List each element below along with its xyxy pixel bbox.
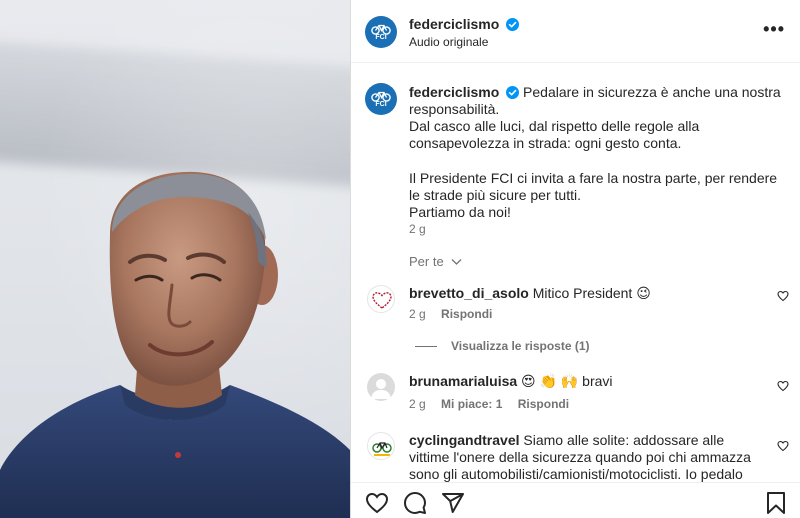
avatar-label: FCI [375,100,387,108]
avatar-label: FCI [375,33,387,41]
replies-divider [415,345,437,347]
author-avatar[interactable]: FCI [365,16,397,48]
comment-timestamp[interactable]: 2 g [409,307,426,321]
view-replies-label[interactable]: Visualizza le risposte (1) [451,339,590,353]
comment-body: brunamarialuisa 😍 👏 🙌 bravi [409,373,759,390]
audio-label[interactable]: Audio originale [409,35,488,49]
heart-logo-icon [372,292,392,309]
comment-meta: 2 g Mi piace: 1 Rispondi [409,397,569,411]
post-details-panel: FCI federciclismo Audio originale ••• FC… [350,0,800,518]
send-icon[interactable] [441,491,465,515]
caption-line-2: Dal casco alle luci, dal rispetto delle … [409,118,700,151]
comments-scroll-area[interactable]: FCI federciclismo Pedalare in sicurezza … [351,64,800,482]
commenter-avatar[interactable] [367,285,395,313]
default-user-icon [371,379,391,399]
post-header: FCI federciclismo Audio originale ••• [351,0,800,63]
comment-timestamp[interactable]: 2 g [409,397,426,411]
reply-button[interactable]: Rispondi [441,307,492,321]
like-comment-heart-icon[interactable] [777,440,789,452]
comment-username[interactable]: brunamarialuisa [409,373,517,389]
post-caption: federciclismo Pedalare in sicurezza è an… [409,84,783,221]
author-name[interactable]: federciclismo [409,16,520,32]
post-video[interactable] [0,0,350,518]
comment-username[interactable]: cyclingandtravel [409,432,520,448]
cycling-logo-icon [372,442,392,456]
more-options-icon[interactable]: ••• [763,20,785,38]
commenter-avatar[interactable] [367,432,395,460]
person-portrait [0,171,350,518]
caption-author-avatar[interactable]: FCI [365,83,397,115]
post-action-bar [351,482,800,518]
translate-toggle[interactable]: Per te [409,254,462,269]
caption-line-3: Il Presidente FCI ci invita a fare la no… [409,170,778,203]
comment-meta: 2 g Rispondi [409,307,492,321]
chevron-down-icon [451,259,462,265]
comment-likes[interactable]: Mi piace: 1 [441,397,502,411]
instagram-post-modal: FCI federciclismo Audio originale ••• FC… [0,0,800,518]
caption-username[interactable]: federciclismo [409,84,499,100]
like-comment-heart-icon[interactable] [777,380,789,392]
bookmark-icon[interactable] [765,491,787,515]
comment-text: Mitico President 😉 [532,285,651,301]
like-comment-heart-icon[interactable] [777,290,789,302]
commenter-avatar[interactable] [367,373,395,401]
heart-icon[interactable] [365,491,389,515]
author-username[interactable]: federciclismo [409,16,499,32]
reply-button[interactable]: Rispondi [518,397,569,411]
comment-body: brevetto_di_asolo Mitico President 😉 [409,285,759,302]
comment-body: cyclingandtravel Siamo alle solite: addo… [409,432,759,482]
view-replies-button[interactable]: Visualizza le risposte (1) [415,339,590,353]
comment-username[interactable]: brevetto_di_asolo [409,285,529,301]
verified-badge-icon [506,86,520,99]
comment-text: 😍 👏 🙌 bravi [521,373,613,389]
verified-badge-icon [506,18,520,31]
comment-icon[interactable] [403,491,427,515]
caption-timestamp[interactable]: 2 g [409,222,426,236]
translate-label[interactable]: Per te [409,254,444,269]
caption-line-4: Partiamo da noi! [409,204,511,220]
